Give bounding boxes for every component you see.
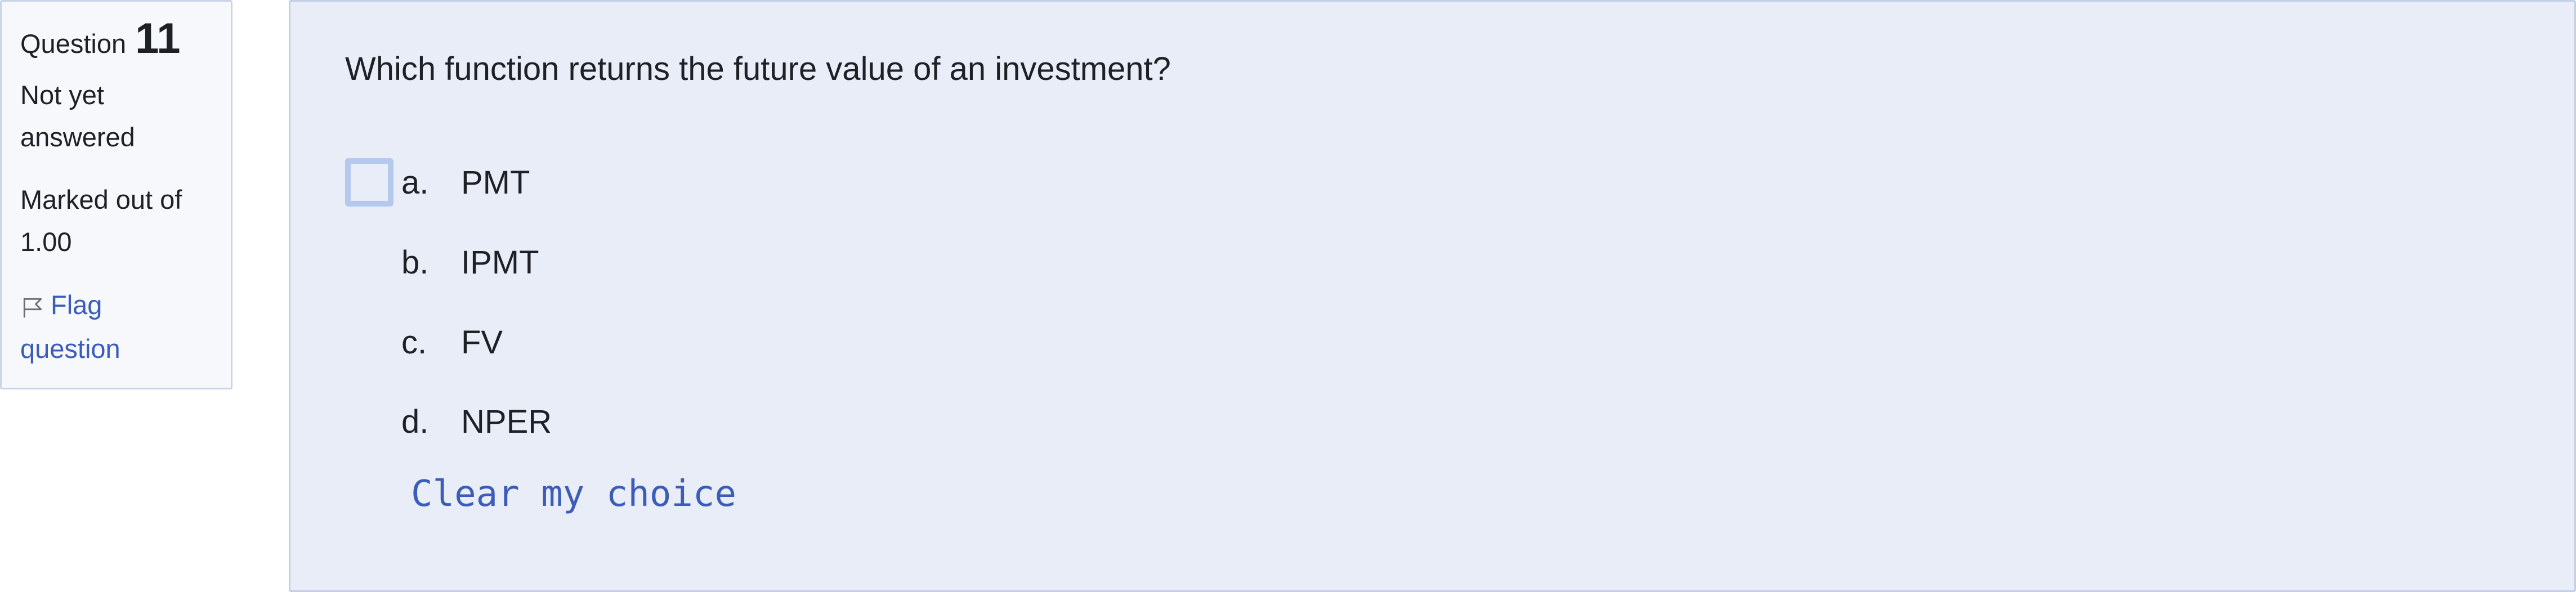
question-grade-line-2: 1.00 (20, 227, 72, 257)
answer-checkbox-a[interactable] (345, 158, 393, 207)
flag-question-link[interactable]: Flag question (20, 283, 212, 371)
answer-checkbox-c[interactable] (345, 318, 393, 366)
question-number: 11 (135, 15, 181, 62)
answer-letter-c: c. (401, 324, 427, 361)
clear-choice-link[interactable]: Clear my choice (411, 472, 736, 517)
question-state-line-2: answered (20, 122, 135, 152)
answer-option-d[interactable]: d. NPER (345, 393, 552, 450)
answer-letter-b: b. (401, 244, 429, 281)
flag-question-label-2[interactable]: question (20, 327, 212, 371)
answer-label-b[interactable]: IPMT (461, 244, 539, 281)
question-info-panel: Question 11 Not yet answered Marked out … (0, 0, 232, 389)
answer-label-c[interactable]: FV (461, 324, 503, 361)
question-number-heading: Question 11 (20, 17, 212, 60)
answer-option-c[interactable]: c. FV (345, 314, 503, 370)
answer-label-d[interactable]: NPER (461, 403, 552, 441)
question-content: Which function returns the future value … (289, 0, 2576, 592)
question-state-line-1: Not yet (20, 80, 104, 110)
answer-letter-a: a. (401, 164, 429, 201)
answer-checkbox-d[interactable] (345, 397, 393, 446)
flag-question-label-1[interactable]: Flag (51, 290, 102, 320)
question-grade-line-1: Marked out of (20, 185, 182, 214)
answer-label-a[interactable]: PMT (461, 164, 530, 201)
answer-option-b[interactable]: b. IPMT (345, 234, 539, 290)
answer-option-a[interactable]: a. PMT (345, 154, 530, 210)
answer-letter-d: d. (401, 403, 429, 440)
answer-checkbox-b[interactable] (345, 238, 393, 286)
question-grade: Marked out of 1.00 (20, 178, 212, 263)
question-text: Which function returns the future value … (345, 51, 1171, 87)
flag-outline-icon (23, 298, 42, 317)
question-label: Question (20, 29, 127, 59)
question-state: Not yet answered (20, 74, 212, 158)
